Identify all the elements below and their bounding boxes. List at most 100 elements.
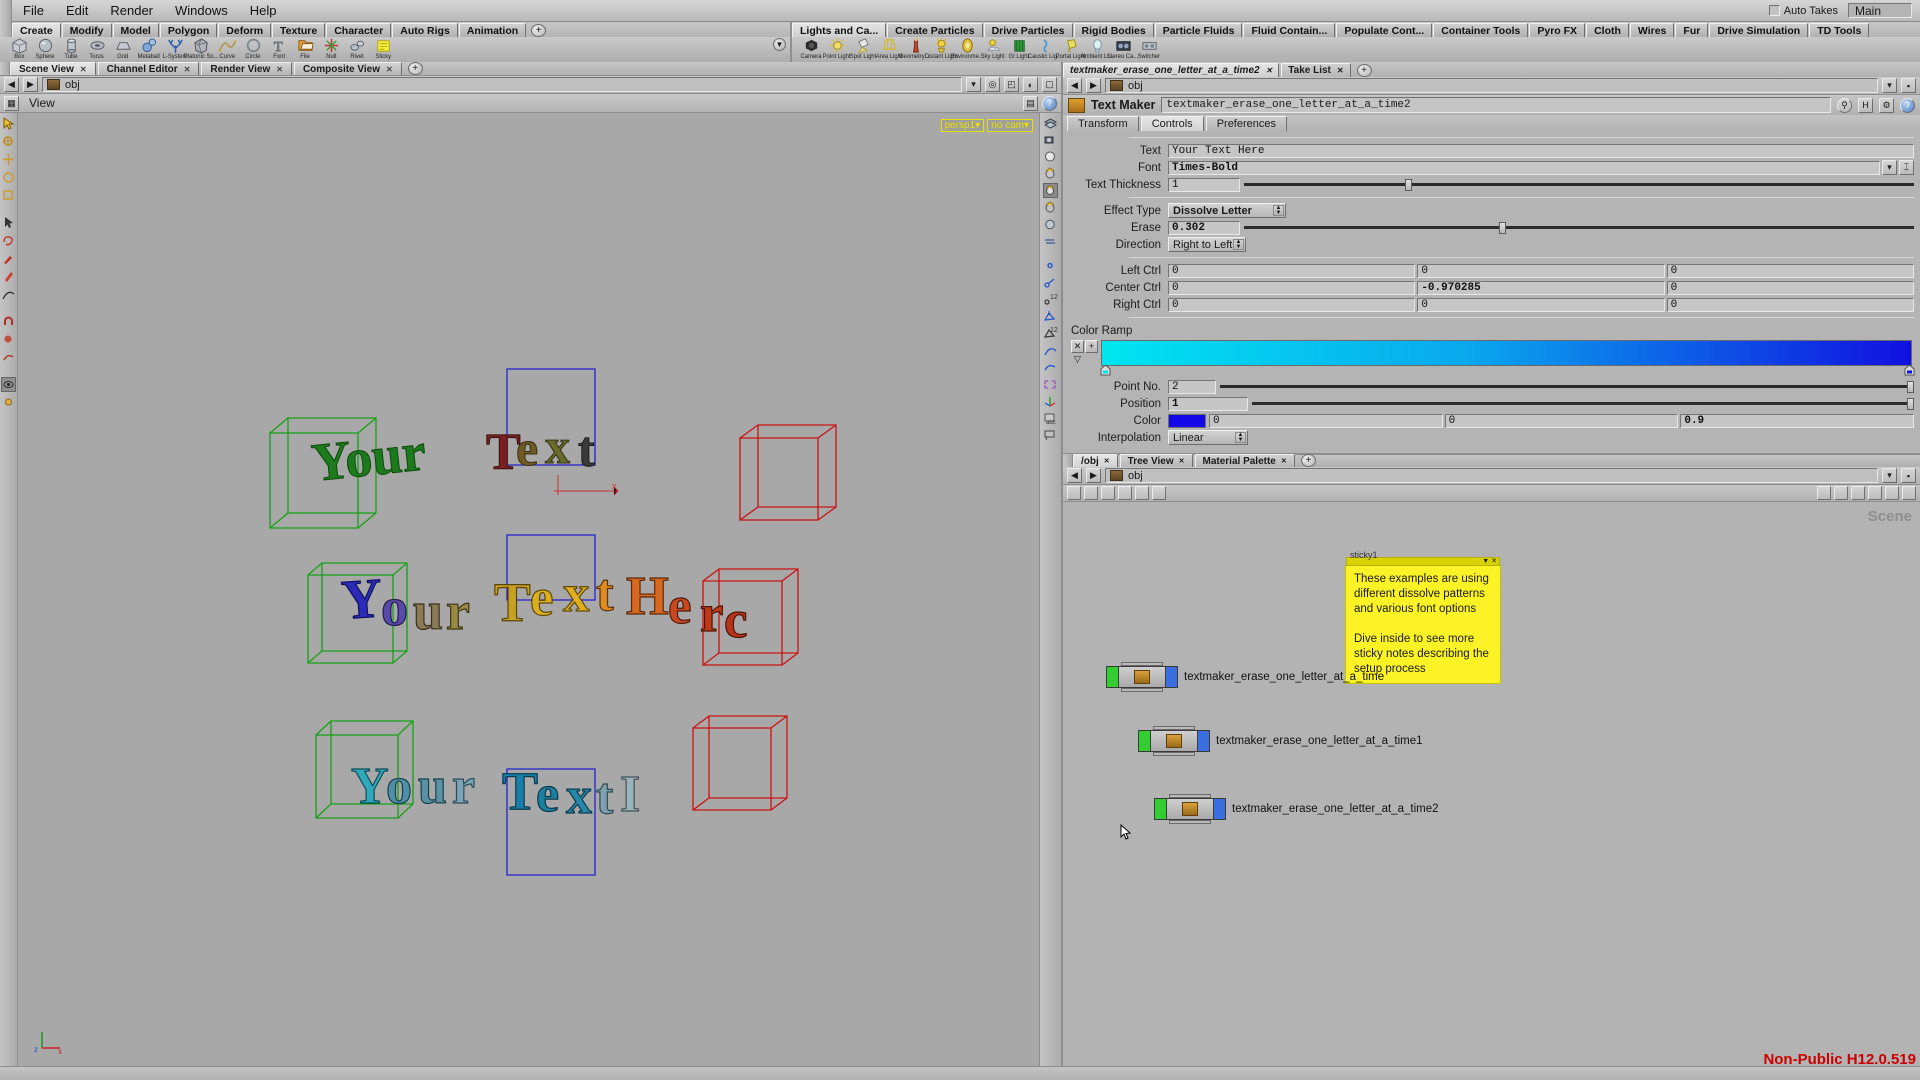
interpolation-dropdown[interactable]: Linear ▲ ▼ [1168, 430, 1248, 445]
network-tab--obj[interactable]: /obj ✕ [1073, 454, 1118, 467]
scene-viewport[interactable]: Your T e x t x Y o u r T e x t H e r c Y… [0, 113, 1061, 1066]
scene-pane-add-tab-icon[interactable]: + [407, 62, 423, 75]
shelf-right-tool-sky-light[interactable]: Sky Light [980, 37, 1006, 62]
node-hide-icon[interactable]: H [1858, 97, 1873, 113]
effect-type-dropdown[interactable]: Dissolve Letter ▲ ▼ [1168, 203, 1286, 218]
shelf-left-tab-auto-rigs[interactable]: Auto Rigs [392, 23, 458, 37]
net-tool-tree-icon[interactable] [1084, 486, 1098, 500]
node-output-connector[interactable] [1153, 752, 1195, 756]
light-sphere-active-icon[interactable] [1043, 183, 1058, 198]
text-thickness-input[interactable]: 1 [1168, 177, 1240, 192]
shelf-right-tool-caustic-lig[interactable]: Caustic Lig... [1028, 37, 1062, 62]
shelf-left-tab-deform[interactable]: Deform [218, 23, 272, 37]
color-g-input[interactable]: 0 [1444, 413, 1679, 428]
right-ctrl-y[interactable]: 0 [1417, 297, 1665, 312]
shelf-left-tool-sticky[interactable]: Sticky [370, 37, 396, 62]
point-no-input[interactable]: 2 [1168, 379, 1216, 394]
shelf-right-tab-rigid-bodies[interactable]: Rigid Bodies [1073, 23, 1154, 37]
node-output-connector[interactable] [1121, 688, 1163, 692]
node-search-icon[interactable]: ⚲ [1837, 97, 1852, 113]
shelf-left-tool-torus[interactable]: Torus [84, 37, 110, 62]
point-no-slider[interactable] [1220, 380, 1914, 394]
color-swatch[interactable] [1168, 413, 1206, 428]
light-tool-icon[interactable] [1, 395, 16, 410]
shelf-right-tab-td-tools[interactable]: TD Tools [1809, 23, 1870, 37]
path-display-icon[interactable]: ▢ [1042, 77, 1057, 92]
text-thickness-slider[interactable] [1244, 178, 1914, 192]
shelf-left-tool-rivet[interactable]: Rivet [344, 37, 370, 62]
font-picker-icon[interactable]: ⌶ [1899, 160, 1914, 175]
curve-display-icon[interactable] [1043, 343, 1058, 358]
primitive-normal-icon[interactable] [1043, 309, 1058, 324]
net-tool-dist-icon[interactable] [1851, 486, 1865, 500]
net-back-icon[interactable]: ◀ [1067, 468, 1082, 483]
shelf-right-tab-create-particles[interactable]: Create Particles [887, 23, 983, 37]
center-ctrl-z[interactable]: 0 [1666, 280, 1914, 295]
tab-close-icon[interactable]: ✕ [1281, 455, 1287, 468]
shelf-right-tab-particle-fluids[interactable]: Particle Fluids [1154, 23, 1243, 37]
node-input-connector[interactable] [1153, 726, 1195, 730]
node-help-icon[interactable]: ? [1900, 97, 1915, 113]
node-display-flag[interactable] [1107, 667, 1119, 687]
color-b-input[interactable]: 0.9 [1680, 413, 1915, 428]
viewport-snapshot-icon[interactable]: ▤ [1023, 95, 1038, 111]
shelf-right-tool-stereo-ca[interactable]: Stereo Ca... [1107, 37, 1139, 62]
node-display-flag[interactable] [1139, 731, 1151, 751]
text-display-icon[interactable]: abc [1043, 411, 1058, 426]
scene-path-field[interactable]: obj [42, 77, 962, 92]
handle-tool-icon[interactable] [1, 134, 16, 149]
tab-close-icon[interactable]: ✕ [80, 63, 87, 76]
path-target-icon[interactable]: ◎ [985, 77, 1000, 92]
sticky-note-close-icon[interactable]: ✕ [1491, 554, 1497, 569]
magnet-tool-icon[interactable] [1, 314, 16, 329]
shelf-left-tab-texture[interactable]: Texture [272, 23, 326, 37]
node-render-flag[interactable] [1213, 799, 1225, 819]
shelf-left-tab-animation[interactable]: Animation [458, 23, 527, 37]
param-pin-icon[interactable]: ▾ [1882, 78, 1897, 93]
net-tool-spread-icon[interactable] [1834, 486, 1848, 500]
subtab-controls[interactable]: Controls [1140, 116, 1204, 131]
path-forward-icon[interactable]: ▶ [23, 77, 38, 92]
node-body[interactable] [1154, 794, 1226, 824]
net-forward-icon[interactable]: ▶ [1086, 468, 1101, 483]
light-sphere-b-icon[interactable] [1043, 200, 1058, 215]
shelf-left-tab-character[interactable]: Character [326, 23, 392, 37]
select-tool-icon[interactable] [1, 116, 16, 131]
interpolation-chevron-icon[interactable]: ▲ ▼ [1235, 432, 1246, 443]
net-tool-box-icon[interactable] [1152, 486, 1166, 500]
shelf-right-tab-cloth[interactable]: Cloth [1586, 23, 1629, 37]
sticky-note-collapse-icon[interactable]: ▼ [1482, 554, 1489, 569]
lasso-select-icon[interactable] [1, 233, 16, 248]
network-node[interactable]: textmaker_erase_one_letter_at_a_time1 [1138, 726, 1423, 756]
subtab-transform[interactable]: Transform [1067, 116, 1139, 131]
center-ctrl-x[interactable]: 0 [1168, 280, 1416, 295]
color-ramp-gradient[interactable] [1100, 340, 1915, 376]
center-ctrl-y[interactable]: -0.970285 [1417, 280, 1665, 295]
shelf-right-tool-point-light[interactable]: Point Light [823, 37, 851, 62]
viewport-menu-icon[interactable]: ▦ [4, 95, 19, 111]
auto-takes-checkbox[interactable] [1768, 5, 1780, 16]
move-tool-icon[interactable] [1, 152, 16, 167]
scene-pane-tab-render-view[interactable]: Render View ✕ [201, 62, 292, 75]
menu-windows[interactable]: Windows [164, 1, 239, 20]
shelf-left-add-tab-icon[interactable]: + [531, 24, 547, 37]
node-input-connector[interactable] [1169, 794, 1211, 798]
shelf-right-tab-wires[interactable]: Wires [1629, 23, 1675, 37]
net-tool-grid-icon[interactable] [1101, 486, 1115, 500]
ramp-expand-chevron-icon[interactable]: ▽ [1071, 354, 1084, 367]
net-lock-icon[interactable]: ▪ [1901, 468, 1916, 483]
position-input[interactable]: 1 [1168, 396, 1248, 411]
shelf-right-tab-container-tools[interactable]: Container Tools [1433, 23, 1529, 37]
shelf-right-tab-drive-simulation[interactable]: Drive Simulation [1709, 23, 1809, 37]
node-gear-icon[interactable]: ⚙ [1879, 97, 1894, 113]
effect-type-chevron-icon[interactable]: ▲ ▼ [1273, 205, 1284, 216]
path-geo-icon[interactable]: ◰ [1004, 77, 1019, 92]
param-tab-take-list[interactable]: Take List ✕ [1281, 63, 1351, 77]
take-selector[interactable]: Main [1847, 3, 1912, 18]
viewport-view-label[interactable]: View [25, 96, 55, 110]
shelf-right-tool-spot-light[interactable]: Spot Light [850, 37, 876, 62]
font-browse-icon[interactable]: ▾ [1882, 160, 1897, 175]
param-back-icon[interactable]: ◀ [1067, 78, 1082, 93]
point-display-icon[interactable] [1043, 258, 1058, 273]
tab-close-icon[interactable]: ✕ [184, 63, 191, 76]
